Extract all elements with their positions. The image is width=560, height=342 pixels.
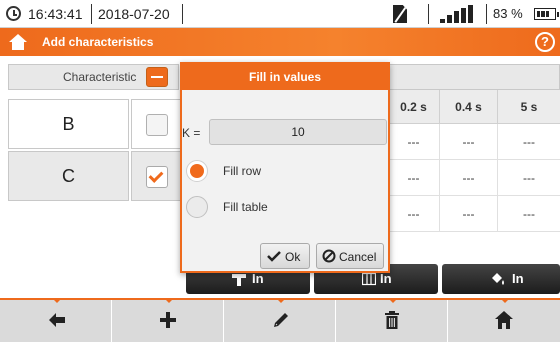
dialog-title: Fill in values <box>182 64 388 90</box>
table-cell[interactable]: --- <box>440 196 498 232</box>
back-arrow-icon <box>49 313 65 327</box>
home-icon[interactable] <box>9 34 27 50</box>
tab-notch <box>276 298 286 303</box>
table-cell[interactable]: --- <box>388 124 440 160</box>
ok-button[interactable]: Ok <box>260 243 310 269</box>
checkbox[interactable] <box>146 114 168 136</box>
tab-notch <box>164 298 174 303</box>
fill-in-values-dialog: Fill in values K = Fill row Fill table O… <box>180 62 390 273</box>
characteristic-row-b[interactable]: B <box>8 99 129 149</box>
cancel-icon <box>322 249 336 263</box>
title-bar: Add characteristics ? <box>0 28 560 56</box>
time-header: 5 s <box>498 90 560 124</box>
home-icon <box>495 311 513 329</box>
table-cell[interactable]: --- <box>388 196 440 232</box>
time-header-band <box>388 64 560 90</box>
status-bar: 16:43:41 2018-07-20 83 % <box>0 0 560 28</box>
table-cell[interactable]: --- <box>440 160 498 196</box>
status-divider <box>91 4 92 24</box>
help-icon[interactable]: ? <box>535 32 555 52</box>
status-divider <box>428 4 429 24</box>
tab-notch <box>500 298 510 303</box>
status-date: 2018-07-20 <box>98 6 170 22</box>
page-title: Add characteristics <box>42 35 154 49</box>
tab-notch <box>388 298 398 303</box>
ok-label: Ok <box>285 250 301 264</box>
check-icon <box>267 251 281 262</box>
fill-row-icon <box>232 274 246 286</box>
characteristic-row-c[interactable]: C <box>8 151 129 201</box>
k-value-input[interactable] <box>209 119 387 145</box>
edit-button[interactable] <box>224 298 336 342</box>
fill-table-radio[interactable] <box>186 196 208 218</box>
delete-button[interactable] <box>336 298 448 342</box>
time-header: 0.2 s <box>388 90 440 124</box>
fill-row-label: In <box>252 271 264 286</box>
add-icon <box>160 312 176 328</box>
table-cell[interactable]: --- <box>440 124 498 160</box>
row-checkbox-cell[interactable] <box>131 151 181 201</box>
table-cell[interactable]: --- <box>498 124 560 160</box>
status-time: 16:43:41 <box>28 6 83 22</box>
add-button[interactable] <box>112 298 224 342</box>
table-cell[interactable]: --- <box>498 196 560 232</box>
back-button[interactable] <box>0 298 112 342</box>
tab-notch <box>52 298 62 303</box>
clock-icon <box>6 6 21 21</box>
k-label: K = <box>182 126 201 140</box>
fill-table-icon <box>492 273 504 285</box>
fill-column-label: In <box>380 271 392 286</box>
fill-table-button[interactable]: In <box>442 264 560 294</box>
row-label: C <box>62 166 75 186</box>
edit-pencil-icon <box>274 313 288 327</box>
fill-column-icon <box>362 272 376 286</box>
fill-row-option-label: Fill row <box>223 164 261 178</box>
remove-button[interactable] <box>146 67 168 87</box>
delete-trash-icon <box>385 311 399 329</box>
row-checkbox-cell[interactable] <box>131 99 181 149</box>
bottom-toolbar <box>0 298 560 342</box>
battery-icon <box>534 8 559 20</box>
time-header: 0.4 s <box>440 90 498 124</box>
row-label: B <box>62 114 75 134</box>
checkbox[interactable] <box>146 166 168 188</box>
cancel-label: Cancel <box>339 250 377 264</box>
sim-card-icon <box>393 5 407 23</box>
fill-row-radio[interactable] <box>186 160 208 182</box>
home-button[interactable] <box>448 298 560 342</box>
status-divider <box>182 4 183 24</box>
fill-table-option-label: Fill table <box>223 200 268 214</box>
cancel-button[interactable]: Cancel <box>316 243 384 269</box>
checkmark-icon <box>148 168 164 183</box>
table-cell[interactable]: --- <box>388 160 440 196</box>
status-divider <box>486 4 487 24</box>
characteristic-header-label: Characteristic <box>63 70 137 84</box>
battery-percent: 83 % <box>493 6 523 21</box>
fill-table-label: In <box>512 271 524 286</box>
signal-icon <box>440 5 476 23</box>
table-cell[interactable]: --- <box>498 160 560 196</box>
